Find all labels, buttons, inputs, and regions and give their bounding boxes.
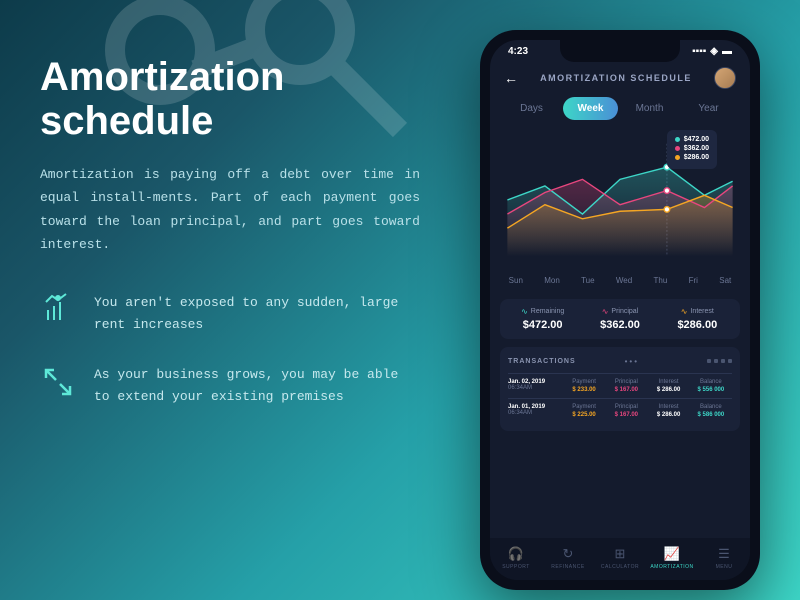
stat-interest: ∿Interest $286.00 [659, 307, 736, 331]
dot-icon [675, 146, 680, 151]
nav-refinance[interactable]: ↻REFINANCE [542, 546, 594, 570]
pulse-icon: ∿ [602, 307, 609, 316]
refresh-icon: ↻ [542, 546, 594, 562]
phone-screen: 4:23 ▪▪▪▪ ◈ ▬ ← AMORTIZATION SCHEDULE Da… [490, 40, 750, 580]
grid-view-icon[interactable] [688, 355, 732, 367]
line-chart[interactable]: $472.00 $362.00 $286.00 [498, 130, 742, 270]
bottom-nav: 🎧SUPPORT ↻REFINANCE ⊞CALCULATOR 📈AMORTIZ… [490, 538, 750, 580]
nav-menu[interactable]: ☰MENU [698, 546, 750, 570]
menu-icon: ☰ [698, 546, 750, 562]
pulse-icon: ∿ [681, 307, 688, 316]
dot-icon [675, 137, 680, 142]
stats-panel: ∿Remaining $472.00 ∿Principal $362.00 ∿I… [500, 299, 740, 339]
feature-item: You aren't exposed to any sudden, large … [40, 292, 420, 336]
feature-text: You aren't exposed to any sudden, large … [94, 292, 420, 336]
feature-text: As your business grows, you may be able … [94, 364, 420, 408]
tab-week[interactable]: Week [563, 97, 618, 120]
chart-xaxis: SunMonTueWedThuFriSat [490, 270, 750, 291]
page-description: Amortization is paying off a debt over t… [40, 163, 420, 257]
signal-icon: ▪▪▪▪ [692, 46, 706, 57]
chart-icon: 📈 [646, 546, 698, 562]
stat-remaining: ∿Remaining $472.00 [504, 307, 581, 331]
nav-support[interactable]: 🎧SUPPORT [490, 546, 542, 570]
status-time: 4:23 [508, 46, 528, 57]
battery-icon: ▬ [722, 46, 732, 57]
pulse-icon: ∿ [521, 307, 528, 316]
headset-icon: 🎧 [490, 546, 542, 562]
page-title: Amortization schedule [40, 55, 420, 143]
transaction-row[interactable]: Jan. 02, 201906:34AM Payment$ 233.00 Pri… [508, 373, 732, 398]
dot-icon [675, 155, 680, 160]
stat-principal: ∿Principal $362.00 [581, 307, 658, 331]
user-avatar[interactable] [714, 67, 736, 89]
tab-month[interactable]: Month [622, 97, 677, 120]
nav-amortization[interactable]: 📈AMORTIZATION [646, 546, 698, 570]
transactions-title: TRANSACTIONS [508, 358, 576, 365]
transaction-row[interactable]: Jan. 01, 201906:34AM Payment$ 225.00 Pri… [508, 398, 732, 423]
calculator-icon: ⊞ [594, 546, 646, 562]
phone-notch [560, 40, 680, 62]
tab-days[interactable]: Days [504, 97, 559, 120]
more-icon[interactable]: ••• [625, 357, 639, 366]
screen-title: AMORTIZATION SCHEDULE [540, 73, 692, 83]
back-button[interactable]: ← [504, 70, 518, 86]
nav-calculator[interactable]: ⊞CALCULATOR [594, 546, 646, 570]
chart-tooltip: $472.00 $362.00 $286.00 [667, 130, 717, 169]
tab-year[interactable]: Year [681, 97, 736, 120]
growth-icon [40, 292, 76, 328]
expand-icon [40, 364, 76, 400]
wifi-icon: ◈ [710, 46, 718, 57]
phone-mockup: 4:23 ▪▪▪▪ ◈ ▬ ← AMORTIZATION SCHEDULE Da… [480, 30, 760, 590]
feature-item: As your business grows, you may be able … [40, 364, 420, 408]
transactions-panel: TRANSACTIONS ••• Jan. 02, 201906:34AM Pa… [500, 347, 740, 431]
